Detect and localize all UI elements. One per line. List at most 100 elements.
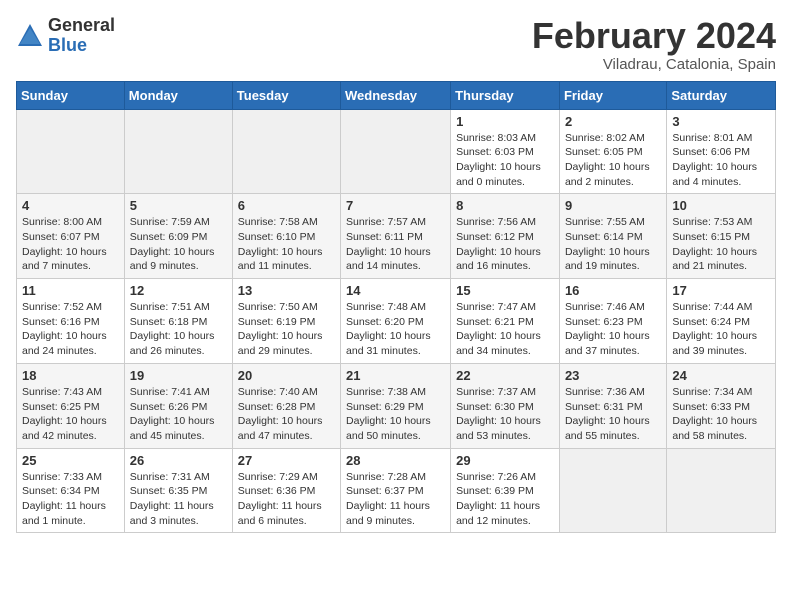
day-cell: 24 Sunrise: 7:34 AM Sunset: 6:33 PM Dayli… xyxy=(667,363,776,448)
day-info: Sunrise: 7:38 AM Sunset: 6:29 PM Dayligh… xyxy=(346,385,445,444)
day-number: 10 xyxy=(672,198,770,213)
calendar-table: SundayMondayTuesdayWednesdayThursdayFrid… xyxy=(16,81,776,534)
day-cell: 27 Sunrise: 7:29 AM Sunset: 6:36 PM Dayli… xyxy=(232,448,340,533)
logo-general-text: General xyxy=(48,15,115,35)
day-cell: 6 Sunrise: 7:58 AM Sunset: 6:10 PM Daylig… xyxy=(232,194,340,279)
week-row-3: 11Sunrise: 7:52 AM Sunset: 6:16 PM Dayli… xyxy=(17,279,776,364)
week-row-1: 1 Sunrise: 8:03 AM Sunset: 6:03 PM Daylig… xyxy=(17,109,776,194)
day-cell xyxy=(667,448,776,533)
day-number: 22 xyxy=(456,368,554,383)
day-cell: 8 Sunrise: 7:56 AM Sunset: 6:12 PM Daylig… xyxy=(451,194,560,279)
logo: General Blue xyxy=(16,16,115,56)
day-cell: 11Sunrise: 7:52 AM Sunset: 6:16 PM Dayli… xyxy=(17,279,125,364)
day-cell: 23 Sunrise: 7:36 AM Sunset: 6:31 PM Dayli… xyxy=(559,363,666,448)
day-info: Sunrise: 7:50 AM Sunset: 6:19 PM Dayligh… xyxy=(238,300,335,359)
day-number: 8 xyxy=(456,198,554,213)
logo-blue-text: Blue xyxy=(48,35,87,55)
day-number: 4 xyxy=(22,198,119,213)
day-info: Sunrise: 7:59 AM Sunset: 6:09 PM Dayligh… xyxy=(130,215,227,274)
day-info: Sunrise: 8:02 AM Sunset: 6:05 PM Dayligh… xyxy=(565,131,661,190)
day-cell: 4 Sunrise: 8:00 AM Sunset: 6:07 PM Daylig… xyxy=(17,194,125,279)
col-header-monday: Monday xyxy=(124,81,232,109)
day-cell: 20Sunrise: 7:40 AM Sunset: 6:28 PM Dayli… xyxy=(232,363,340,448)
week-row-2: 4 Sunrise: 8:00 AM Sunset: 6:07 PM Daylig… xyxy=(17,194,776,279)
col-header-saturday: Saturday xyxy=(667,81,776,109)
day-info: Sunrise: 7:52 AM Sunset: 6:16 PM Dayligh… xyxy=(22,300,119,359)
day-cell: 10 Sunrise: 7:53 AM Sunset: 6:15 PM Dayli… xyxy=(667,194,776,279)
day-info: Sunrise: 7:58 AM Sunset: 6:10 PM Dayligh… xyxy=(238,215,335,274)
day-info: Sunrise: 7:51 AM Sunset: 6:18 PM Dayligh… xyxy=(130,300,227,359)
day-cell: 17Sunrise: 7:44 AM Sunset: 6:24 PM Dayli… xyxy=(667,279,776,364)
day-info: Sunrise: 8:03 AM Sunset: 6:03 PM Dayligh… xyxy=(456,131,554,190)
day-number: 23 xyxy=(565,368,661,383)
day-info: Sunrise: 7:56 AM Sunset: 6:12 PM Dayligh… xyxy=(456,215,554,274)
day-info: Sunrise: 7:41 AM Sunset: 6:26 PM Dayligh… xyxy=(130,385,227,444)
day-info: Sunrise: 7:46 AM Sunset: 6:23 PM Dayligh… xyxy=(565,300,661,359)
week-row-5: 25 Sunrise: 7:33 AM Sunset: 6:34 PM Dayli… xyxy=(17,448,776,533)
logo-icon xyxy=(16,22,44,50)
day-number: 18 xyxy=(22,368,119,383)
day-number: 14 xyxy=(346,283,445,298)
day-info: Sunrise: 7:47 AM Sunset: 6:21 PM Dayligh… xyxy=(456,300,554,359)
day-info: Sunrise: 7:48 AM Sunset: 6:20 PM Dayligh… xyxy=(346,300,445,359)
day-cell: 28 Sunrise: 7:28 AM Sunset: 6:37 PM Dayli… xyxy=(341,448,451,533)
month-title: February 2024 xyxy=(532,16,776,56)
day-cell: 25 Sunrise: 7:33 AM Sunset: 6:34 PM Dayli… xyxy=(17,448,125,533)
day-number: 25 xyxy=(22,453,119,468)
day-info: Sunrise: 7:29 AM Sunset: 6:36 PM Dayligh… xyxy=(238,470,335,529)
col-header-tuesday: Tuesday xyxy=(232,81,340,109)
title-block: February 2024 Viladrau, Catalonia, Spain xyxy=(532,16,776,73)
location-subtitle: Viladrau, Catalonia, Spain xyxy=(532,56,776,73)
day-number: 3 xyxy=(672,114,770,129)
day-cell: 7 Sunrise: 7:57 AM Sunset: 6:11 PM Daylig… xyxy=(341,194,451,279)
day-number: 13 xyxy=(238,283,335,298)
day-info: Sunrise: 7:26 AM Sunset: 6:39 PM Dayligh… xyxy=(456,470,554,529)
day-number: 17 xyxy=(672,283,770,298)
day-info: Sunrise: 7:36 AM Sunset: 6:31 PM Dayligh… xyxy=(565,385,661,444)
day-number: 5 xyxy=(130,198,227,213)
day-number: 21 xyxy=(346,368,445,383)
day-cell: 19 Sunrise: 7:41 AM Sunset: 6:26 PM Dayli… xyxy=(124,363,232,448)
header-row: SundayMondayTuesdayWednesdayThursdayFrid… xyxy=(17,81,776,109)
day-number: 29 xyxy=(456,453,554,468)
day-info: Sunrise: 7:28 AM Sunset: 6:37 PM Dayligh… xyxy=(346,470,445,529)
day-number: 24 xyxy=(672,368,770,383)
col-header-thursday: Thursday xyxy=(451,81,560,109)
day-info: Sunrise: 7:31 AM Sunset: 6:35 PM Dayligh… xyxy=(130,470,227,529)
day-cell xyxy=(124,109,232,194)
day-cell: 14 Sunrise: 7:48 AM Sunset: 6:20 PM Dayli… xyxy=(341,279,451,364)
day-cell xyxy=(559,448,666,533)
day-info: Sunrise: 7:57 AM Sunset: 6:11 PM Dayligh… xyxy=(346,215,445,274)
day-number: 28 xyxy=(346,453,445,468)
day-info: Sunrise: 7:40 AM Sunset: 6:28 PM Dayligh… xyxy=(238,385,335,444)
day-cell: 12 Sunrise: 7:51 AM Sunset: 6:18 PM Dayli… xyxy=(124,279,232,364)
day-number: 19 xyxy=(130,368,227,383)
col-header-wednesday: Wednesday xyxy=(341,81,451,109)
day-number: 6 xyxy=(238,198,335,213)
day-number: 7 xyxy=(346,198,445,213)
day-cell: 26 Sunrise: 7:31 AM Sunset: 6:35 PM Dayli… xyxy=(124,448,232,533)
day-cell: 22 Sunrise: 7:37 AM Sunset: 6:30 PM Dayli… xyxy=(451,363,560,448)
day-cell: 15Sunrise: 7:47 AM Sunset: 6:21 PM Dayli… xyxy=(451,279,560,364)
col-header-friday: Friday xyxy=(559,81,666,109)
day-number: 12 xyxy=(130,283,227,298)
day-cell: 29 Sunrise: 7:26 AM Sunset: 6:39 PM Dayli… xyxy=(451,448,560,533)
day-cell: 21 Sunrise: 7:38 AM Sunset: 6:29 PM Dayli… xyxy=(341,363,451,448)
day-cell: 18 Sunrise: 7:43 AM Sunset: 6:25 PM Dayli… xyxy=(17,363,125,448)
day-info: Sunrise: 7:34 AM Sunset: 6:33 PM Dayligh… xyxy=(672,385,770,444)
day-info: Sunrise: 7:53 AM Sunset: 6:15 PM Dayligh… xyxy=(672,215,770,274)
day-cell: 5 Sunrise: 7:59 AM Sunset: 6:09 PM Daylig… xyxy=(124,194,232,279)
day-info: Sunrise: 8:00 AM Sunset: 6:07 PM Dayligh… xyxy=(22,215,119,274)
day-number: 26 xyxy=(130,453,227,468)
day-info: Sunrise: 7:37 AM Sunset: 6:30 PM Dayligh… xyxy=(456,385,554,444)
day-cell: 2Sunrise: 8:02 AM Sunset: 6:05 PM Daylig… xyxy=(559,109,666,194)
day-cell: 9Sunrise: 7:55 AM Sunset: 6:14 PM Daylig… xyxy=(559,194,666,279)
day-info: Sunrise: 7:33 AM Sunset: 6:34 PM Dayligh… xyxy=(22,470,119,529)
day-number: 1 xyxy=(456,114,554,129)
day-cell: 16Sunrise: 7:46 AM Sunset: 6:23 PM Dayli… xyxy=(559,279,666,364)
day-info: Sunrise: 7:43 AM Sunset: 6:25 PM Dayligh… xyxy=(22,385,119,444)
day-number: 27 xyxy=(238,453,335,468)
day-cell xyxy=(17,109,125,194)
col-header-sunday: Sunday xyxy=(17,81,125,109)
day-info: Sunrise: 8:01 AM Sunset: 6:06 PM Dayligh… xyxy=(672,131,770,190)
